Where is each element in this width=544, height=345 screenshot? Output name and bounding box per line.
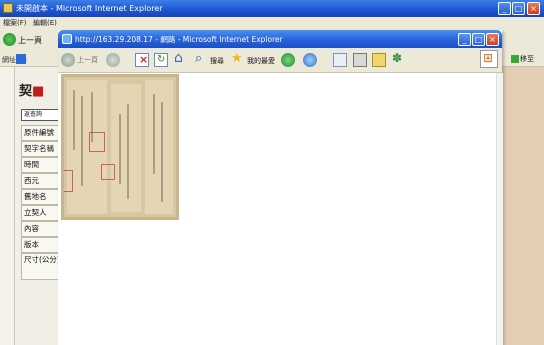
go-button[interactable]: 移至 bbox=[520, 54, 534, 64]
search-icon[interactable] bbox=[195, 51, 209, 67]
popup-close-button[interactable]: × bbox=[486, 33, 499, 46]
ie-icon bbox=[62, 34, 72, 44]
back-arrow-icon[interactable] bbox=[3, 33, 16, 46]
search-button-label[interactable]: 搜尋 bbox=[210, 56, 224, 66]
go-arrow-icon[interactable] bbox=[511, 55, 519, 63]
background-title-bar[interactable]: 未開啟本 - Microsoft Internet Explorer _ □ × bbox=[0, 0, 544, 17]
background-window-title: 未開啟本 - Microsoft Internet Explorer bbox=[16, 4, 163, 13]
page-icon bbox=[16, 54, 26, 64]
popup-maximize-button[interactable]: □ bbox=[472, 33, 485, 46]
home-icon[interactable] bbox=[173, 50, 187, 67]
refresh-icon[interactable] bbox=[154, 53, 168, 67]
mail-icon[interactable] bbox=[333, 53, 347, 67]
logo-mark: ■ bbox=[32, 84, 45, 99]
favorites-button-label[interactable]: 我的最愛 bbox=[247, 56, 275, 66]
close-button[interactable]: × bbox=[527, 2, 540, 15]
popup-minimize-button[interactable]: _ bbox=[458, 33, 471, 46]
site-logo: 契■ bbox=[19, 80, 44, 99]
favorites-star-icon[interactable] bbox=[231, 51, 245, 67]
messenger-icon[interactable] bbox=[391, 51, 405, 67]
image-popup-window: http://163.29.208.17 - 網路 - Microsoft In… bbox=[58, 30, 503, 345]
stop-icon[interactable] bbox=[135, 53, 149, 67]
return-search-button[interactable]: 返查詢 bbox=[21, 109, 61, 121]
popup-title-bar[interactable]: http://163.29.208.17 - 網路 - Microsoft In… bbox=[58, 30, 502, 48]
forward-arrow-icon[interactable] bbox=[106, 53, 120, 67]
background-menu-bar: 檔案(F) 編輯(E) bbox=[0, 17, 544, 28]
back-arrow-icon[interactable] bbox=[61, 53, 75, 67]
logo-text: 契 bbox=[19, 84, 33, 99]
back-label[interactable]: 上一頁 bbox=[18, 35, 42, 46]
edit-folder-icon[interactable] bbox=[372, 53, 386, 67]
popup-window-title: http://163.29.208.17 - 網路 - Microsoft In… bbox=[75, 35, 283, 44]
back-button-label[interactable]: 上一頁 bbox=[77, 55, 98, 65]
popup-toolbar: 上一頁 搜尋 我的最愛 bbox=[58, 48, 502, 73]
history-icon[interactable] bbox=[303, 53, 317, 67]
menu-edit[interactable]: 編輯(E) bbox=[33, 18, 57, 28]
background-page-margin bbox=[497, 67, 544, 345]
maximize-button[interactable]: □ bbox=[512, 2, 525, 15]
popup-page-content bbox=[58, 73, 496, 345]
minimize-button[interactable]: _ bbox=[498, 2, 511, 15]
menu-file[interactable]: 檔案(F) bbox=[3, 18, 27, 28]
media-icon[interactable] bbox=[281, 53, 295, 67]
ie-icon bbox=[3, 3, 13, 13]
vertical-scrollbar[interactable] bbox=[496, 73, 503, 345]
print-icon[interactable] bbox=[353, 53, 367, 67]
deed-document-image bbox=[61, 74, 179, 220]
windows-logo-icon bbox=[480, 50, 498, 68]
